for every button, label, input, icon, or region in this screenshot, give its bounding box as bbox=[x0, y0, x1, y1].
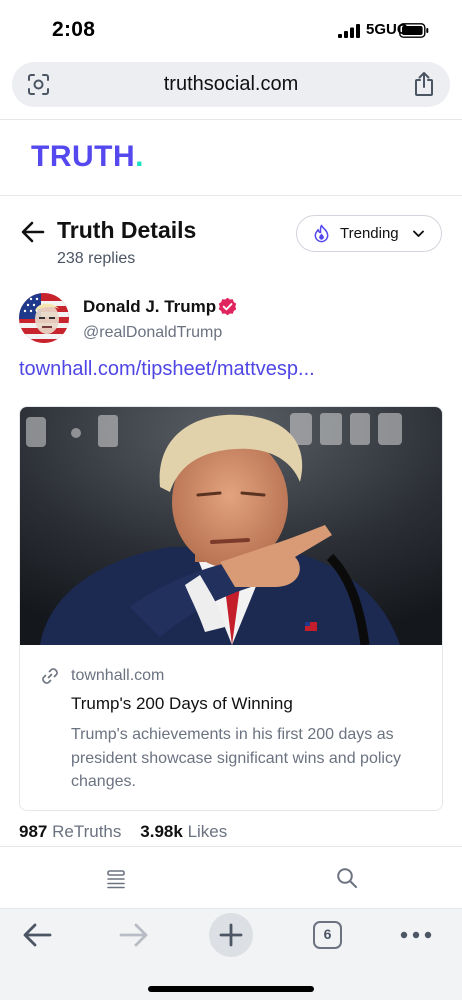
card-image bbox=[20, 407, 442, 645]
replies-count: 238 replies bbox=[57, 250, 136, 267]
author-handle[interactable]: @realDonaldTrump bbox=[83, 324, 222, 342]
logo-dot: . bbox=[135, 140, 144, 173]
card-title[interactable]: Trump's 200 Days of Winning bbox=[71, 694, 293, 714]
battery-icon bbox=[399, 23, 429, 38]
likes-label: Likes bbox=[187, 822, 228, 841]
status-time: 2:08 bbox=[52, 18, 96, 41]
page-title: Truth Details bbox=[57, 217, 197, 243]
back-arrow-icon[interactable] bbox=[20, 219, 46, 245]
card-description: Trump's achievements in his first 200 da… bbox=[71, 726, 401, 790]
cellular-signal-icon bbox=[338, 24, 360, 38]
avatar-image bbox=[19, 293, 69, 343]
divider bbox=[0, 119, 462, 120]
chevron-down-icon bbox=[413, 230, 424, 237]
divider bbox=[0, 195, 462, 196]
feed-icon[interactable] bbox=[106, 869, 126, 889]
tabs-count: 6 bbox=[323, 926, 332, 942]
author-name[interactable]: Donald J. Trump bbox=[83, 297, 216, 317]
verified-badge-icon bbox=[218, 297, 237, 316]
retruths-count: 987 bbox=[19, 822, 48, 841]
browser-forward-icon[interactable] bbox=[119, 922, 149, 948]
logo-text: TRUTH bbox=[31, 140, 136, 173]
new-tab-button[interactable] bbox=[209, 913, 253, 957]
address-bar[interactable]: truthsocial.com bbox=[12, 62, 450, 107]
post-stats: 987 ReTruths 3.98k Likes bbox=[19, 822, 227, 842]
browser-toolbar: 6 bbox=[0, 908, 462, 1000]
url-text[interactable]: truthsocial.com bbox=[12, 73, 450, 96]
truth-logo[interactable]: TRUTH. bbox=[31, 140, 144, 174]
search-icon[interactable] bbox=[336, 867, 358, 889]
likes-count: 3.98k bbox=[140, 822, 183, 841]
sort-trending-button[interactable]: Trending bbox=[296, 215, 442, 252]
status-bar: 2:08 5GUC bbox=[0, 0, 462, 58]
flame-icon bbox=[314, 224, 329, 243]
share-icon[interactable] bbox=[412, 71, 436, 97]
post-link[interactable]: townhall.com/tipsheet/mattvesp... bbox=[19, 358, 315, 381]
link-icon bbox=[42, 668, 58, 684]
sort-label: Trending bbox=[340, 225, 399, 242]
likes-stat[interactable]: 3.98k Likes bbox=[140, 822, 227, 841]
home-indicator[interactable] bbox=[148, 986, 314, 992]
link-preview-card[interactable]: townhall.com Trump's 200 Days of Winning… bbox=[19, 406, 443, 811]
avatar[interactable] bbox=[19, 293, 69, 343]
more-options-icon[interactable] bbox=[400, 931, 432, 939]
plus-icon bbox=[219, 923, 243, 947]
browser-back-icon[interactable] bbox=[22, 922, 52, 948]
retruths-label: ReTruths bbox=[52, 822, 122, 841]
app-bottom-nav bbox=[0, 846, 462, 908]
retruths-stat[interactable]: 987 ReTruths bbox=[19, 822, 121, 841]
tabs-button[interactable]: 6 bbox=[313, 921, 342, 949]
card-domain: townhall.com bbox=[71, 667, 165, 684]
